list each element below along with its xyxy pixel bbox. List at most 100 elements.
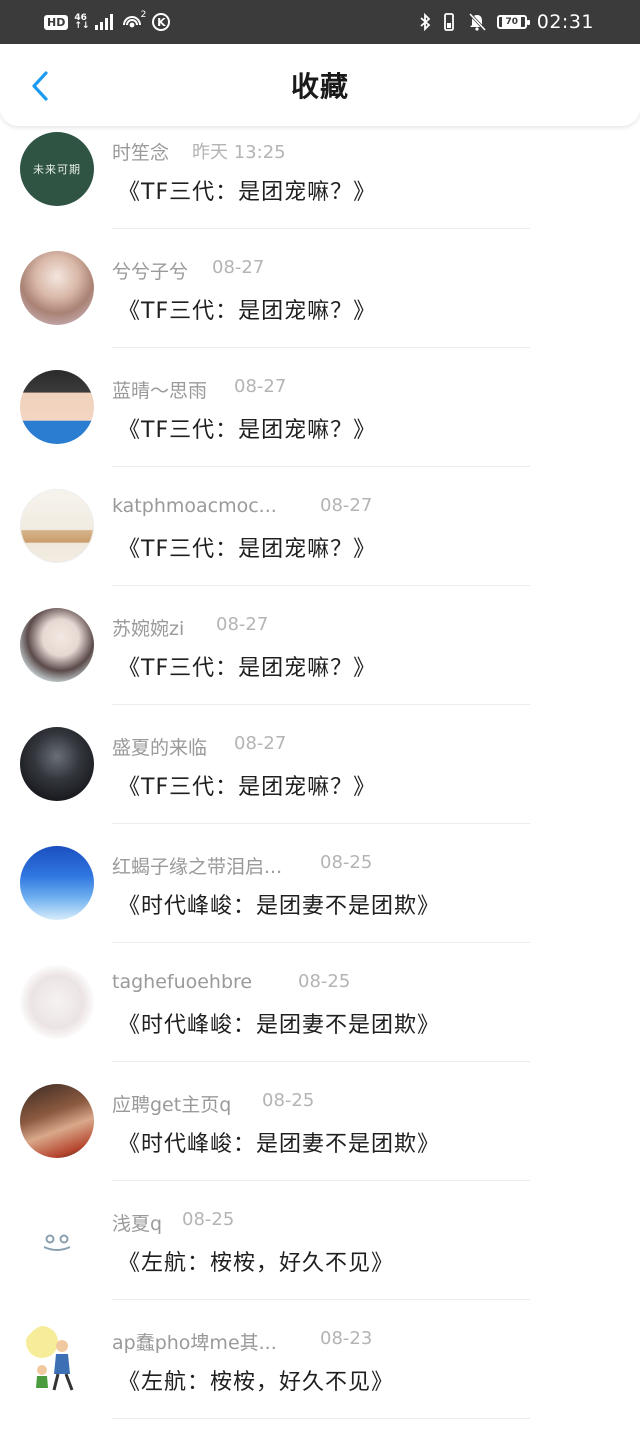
item-time: 08-25 <box>298 971 351 992</box>
name-line: 时笙念 昨天 13:25 <box>112 138 286 165</box>
item-title[interactable]: 《TF三代：是团宠嘛？》 <box>118 650 376 682</box>
item-title[interactable]: 《TF三代：是团宠嘛？》 <box>118 293 376 325</box>
item-author[interactable]: 盛夏的来临 <box>112 733 207 760</box>
clock: 02:31 <box>536 11 594 33</box>
list-item[interactable]: 红蝎子缘之带泪启... 08-25 《时代峰峻：是团妻不是团欺》 <box>0 840 640 959</box>
avatar[interactable] <box>20 1322 94 1396</box>
name-line: 蓝晴～思雨 08-27 <box>112 376 286 403</box>
bluetooth-icon <box>420 13 431 31</box>
avatar[interactable] <box>20 251 94 325</box>
favorites-list: 未来可期 时笙念 昨天 13:25 《TF三代：是团宠嘛？》 兮兮子兮 08-2… <box>0 126 640 1435</box>
item-time: 08-25 <box>320 852 373 873</box>
name-line: ap蠢pho埤me其... 08-23 <box>112 1328 372 1355</box>
item-author[interactable]: 兮兮子兮 <box>112 257 188 284</box>
avatar[interactable]: 未来可期 <box>20 132 94 206</box>
k-icon: K <box>152 13 171 31</box>
list-item[interactable]: 蓝晴～思雨 08-27 《TF三代：是团宠嘛？》 <box>0 364 640 483</box>
avatar[interactable] <box>20 489 94 563</box>
avatar[interactable] <box>20 965 94 1039</box>
item-time: 08-27 <box>212 257 265 278</box>
avatar[interactable] <box>20 370 94 444</box>
item-time: 08-27 <box>216 614 269 635</box>
item-author[interactable]: 时笙念 <box>112 138 169 165</box>
name-line: taghefuoehbre 08-25 <box>112 971 350 997</box>
avatar[interactable] <box>20 608 94 682</box>
face-icon <box>43 1234 71 1251</box>
header: 收藏 <box>0 44 640 126</box>
vibrate-icon <box>443 13 454 31</box>
avatar-text: 未来可期 <box>33 163 81 176</box>
separator <box>112 466 530 467</box>
avatar[interactable] <box>20 1084 94 1158</box>
avatar[interactable] <box>20 1203 94 1277</box>
item-author[interactable]: 蓝晴～思雨 <box>112 376 207 403</box>
list-item[interactable]: ap蠢pho埤me其... 08-23 《左航：桉桉，好久不见》 <box>0 1316 640 1435</box>
chevron-left-icon <box>32 71 48 101</box>
name-line: 应聘get主页q 08-25 <box>112 1090 314 1117</box>
back-button[interactable] <box>20 66 60 106</box>
list-item[interactable]: taghefuoehbre 08-25 《时代峰峻：是团妻不是团欺》 <box>0 959 640 1078</box>
hotspot-icon: 2 <box>122 10 147 32</box>
item-title[interactable]: 《左航：桉桉，好久不见》 <box>118 1245 394 1277</box>
item-time: 昨天 13:25 <box>192 142 286 163</box>
item-author[interactable]: ap蠢pho埤me其... <box>112 1328 277 1355</box>
mute-bell-icon <box>468 12 486 32</box>
name-line: 兮兮子兮 08-27 <box>112 257 264 284</box>
list-item[interactable]: katphmoacmoc... 08-27 《TF三代：是团宠嘛？》 <box>0 483 640 602</box>
battery-icon: 70 <box>496 15 530 29</box>
list-item[interactable]: 盛夏的来临 08-27 《TF三代：是团宠嘛？》 <box>0 721 640 840</box>
item-title[interactable]: 《TF三代：是团宠嘛？》 <box>118 412 376 444</box>
list-item[interactable]: 兮兮子兮 08-27 《TF三代：是团宠嘛？》 <box>0 245 640 364</box>
list-item[interactable]: 浅夏q 08-25 《左航：桉桉，好久不见》 <box>0 1197 640 1316</box>
item-time: 08-27 <box>234 733 287 754</box>
separator <box>112 1299 530 1300</box>
item-author[interactable]: 红蝎子缘之带泪启... <box>112 852 282 879</box>
separator <box>112 1180 530 1181</box>
item-time: 08-25 <box>262 1090 315 1111</box>
item-title[interactable]: 《左航：桉桉，好久不见》 <box>118 1364 394 1396</box>
page-title: 收藏 <box>290 70 349 103</box>
hotspot-count: 2 <box>140 10 147 20</box>
separator <box>112 347 530 348</box>
item-author[interactable]: 苏婉婉zi <box>112 614 184 641</box>
item-title[interactable]: 《时代峰峻：是团妻不是团欺》 <box>118 1007 440 1039</box>
separator <box>112 585 530 586</box>
item-time: 08-23 <box>320 1328 373 1349</box>
avatar[interactable] <box>20 846 94 920</box>
separator <box>112 1061 530 1062</box>
name-line: 红蝎子缘之带泪启... 08-25 <box>112 852 372 879</box>
item-author[interactable]: 应聘get主页q <box>112 1090 231 1117</box>
list-item[interactable]: 未来可期 时笙念 昨天 13:25 《TF三代：是团宠嘛？》 <box>0 126 640 245</box>
list-item[interactable]: 应聘get主页q 08-25 《时代峰峻：是团妻不是团欺》 <box>0 1078 640 1197</box>
separator <box>112 942 530 943</box>
item-author[interactable]: taghefuoehbre <box>112 971 252 993</box>
item-author[interactable]: katphmoacmoc... <box>112 495 277 517</box>
item-title[interactable]: 《时代峰峻：是团妻不是团欺》 <box>118 888 440 920</box>
status-bar-left: HD 46 ↑↓ 2 K <box>44 0 171 44</box>
hd-badge: HD <box>44 14 69 30</box>
k-icon-label: K <box>157 15 166 29</box>
list-item[interactable]: 苏婉婉zi 08-27 《TF三代：是团宠嘛？》 <box>0 602 640 721</box>
avatar[interactable] <box>20 727 94 801</box>
separator <box>112 1418 530 1419</box>
separator <box>112 228 530 229</box>
item-time: 08-27 <box>234 376 287 397</box>
signal-icon <box>95 14 114 30</box>
separator <box>112 823 530 824</box>
name-line: katphmoacmoc... 08-27 <box>112 495 372 521</box>
item-title[interactable]: 《TF三代：是团宠嘛？》 <box>118 174 376 206</box>
item-time: 08-25 <box>182 1209 235 1230</box>
status-bar: HD 46 ↑↓ 2 K 70 02:31 <box>0 0 640 44</box>
item-title[interactable]: 《TF三代：是团宠嘛？》 <box>118 531 376 563</box>
network-type: 46 ↑↓ <box>74 14 90 31</box>
cartoon-people-icon <box>26 1326 74 1391</box>
separator <box>112 704 530 705</box>
name-line: 盛夏的来临 08-27 <box>112 733 286 760</box>
network-activity: ↑↓ <box>74 21 90 31</box>
item-title[interactable]: 《TF三代：是团宠嘛？》 <box>118 769 376 801</box>
item-time: 08-27 <box>320 495 373 516</box>
item-author[interactable]: 浅夏q <box>112 1209 162 1236</box>
name-line: 浅夏q 08-25 <box>112 1209 234 1236</box>
item-title[interactable]: 《时代峰峻：是团妻不是团欺》 <box>118 1126 440 1158</box>
battery-level: 70 <box>502 17 521 27</box>
